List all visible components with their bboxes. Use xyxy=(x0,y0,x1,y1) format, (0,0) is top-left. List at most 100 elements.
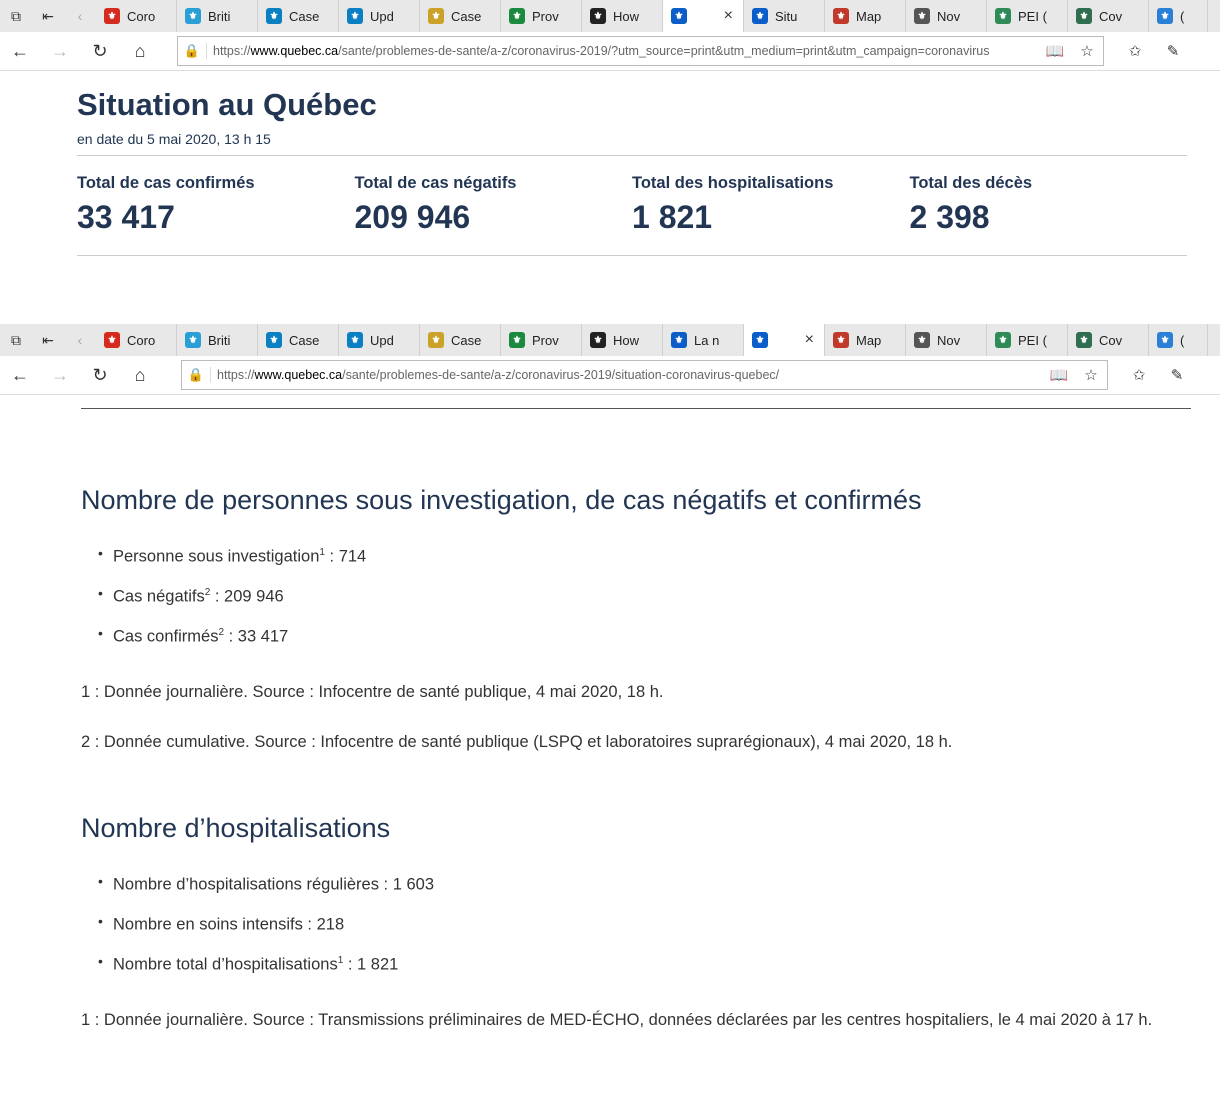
browser-tab[interactable]: ⚜ Map xyxy=(825,324,906,356)
browser-tab[interactable]: ⚜ Upd xyxy=(339,324,420,356)
browser-tab[interactable]: ⚜ La n xyxy=(663,324,744,356)
favorites-list-icon[interactable]: ✩ xyxy=(1120,366,1158,384)
scroll-tabs-left-icon[interactable]: ‹ xyxy=(64,0,96,32)
browser-tab[interactable]: ⚜ How xyxy=(582,324,663,356)
browser-tab[interactable]: ⚜( xyxy=(1149,324,1208,356)
set-aside-tabs-icon[interactable]: ⇤ xyxy=(32,324,64,356)
forward-icon[interactable]: → xyxy=(40,41,80,62)
stat-confirmed: Total de cas confirmés 33 417 xyxy=(77,174,355,255)
browser-tab[interactable]: ⚜ PEI ( xyxy=(987,324,1068,356)
fleur-de-lis-icon: ⚜ xyxy=(671,332,687,348)
address-row: ← → ↻ ⌂ 🔒 https://www.quebec.ca/sante/pr… xyxy=(0,32,1220,71)
tab-title: Case xyxy=(451,8,482,24)
url-text[interactable]: https://www.quebec.ca/sante/problemes-de… xyxy=(217,368,1043,382)
scroll-tabs-left-icon[interactable]: ‹ xyxy=(64,324,96,356)
url-host: www.quebec.ca xyxy=(254,368,343,382)
browser-tab[interactable]: ⚜ Briti xyxy=(177,324,258,356)
browser-window-bottom: ⧉ ⇤ ‹ ⚜ Coro ⚜ Briti ⚜ Case ⚜ Upd ⚜ Case ⚜ Prov ⚜ How… xyxy=(0,324,1220,395)
tab-title: PEI ( xyxy=(1018,8,1047,24)
browser-tab[interactable]: ⚜ Coro xyxy=(96,0,177,32)
scroll-tabs-right-icon[interactable]: › xyxy=(1208,324,1220,356)
investigation-heading: Nombre de personnes sous investigation, … xyxy=(81,485,922,515)
tab-title: Coro xyxy=(127,8,156,24)
pei-icon: ⚜ xyxy=(995,8,1011,24)
set-aside-tabs-icon[interactable]: ⇤ xyxy=(32,0,64,32)
url-path: /sante/problemes-de-sante/a-z/coronaviru… xyxy=(342,368,780,382)
url-path: /sante/problemes-de-sante/a-z/coronaviru… xyxy=(338,44,990,58)
address-bar[interactable]: 🔒 https://www.quebec.ca/sante/problemes-… xyxy=(181,360,1108,390)
stat-label: Total de cas négatifs xyxy=(354,174,517,192)
back-icon[interactable]: ← xyxy=(0,41,40,62)
browser-tab[interactable]: ⚜ Situ xyxy=(744,0,825,32)
browser-tab[interactable]: ⚜ Map xyxy=(825,0,906,32)
close-tab-icon[interactable]: × xyxy=(805,331,818,349)
tab-title: La n xyxy=(694,332,720,348)
reading-view-icon[interactable]: 📖 xyxy=(1043,366,1075,384)
tab-title: Case xyxy=(289,8,320,24)
browser-tab[interactable]: ⚜ Prov xyxy=(501,0,582,32)
stat-label: Total de cas confirmés xyxy=(77,174,255,192)
forward-icon[interactable]: → xyxy=(40,365,80,386)
browser-tab[interactable]: ⚜ Prov xyxy=(501,324,582,356)
favorite-star-icon[interactable]: ☆ xyxy=(1071,42,1103,60)
browser-tab[interactable]: ⚜ Briti xyxy=(177,0,258,32)
browser-tab[interactable]: ⚜ Case xyxy=(420,324,501,356)
browser-tab[interactable]: ⚜ Case xyxy=(258,0,339,32)
stat-negative: Total de cas négatifs 209 946 xyxy=(355,174,633,255)
globe-icon: ⚜ xyxy=(1076,332,1092,348)
browser-tab[interactable]: ⚜ Case xyxy=(420,0,501,32)
browser-tab[interactable]: ⚜ Cov xyxy=(1068,324,1149,356)
browser-tab[interactable]: ⚜ × xyxy=(744,324,825,356)
item-label: Nombre d’hospitalisations régulières xyxy=(113,875,379,894)
back-icon[interactable]: ← xyxy=(0,365,40,386)
favorites-list-icon[interactable]: ✩ xyxy=(1116,42,1154,60)
browser-tab[interactable]: ⚜( xyxy=(1149,0,1208,32)
divider xyxy=(77,255,1187,256)
browser-tab[interactable]: ⚜ Nov xyxy=(906,0,987,32)
tab-strip: ⚜ Coro ⚜ Briti ⚜ Case ⚜ Upd ⚜ Case ⚜ Prov ⚜ How ⚜ × ⚜ Sit… xyxy=(96,0,1208,32)
item-value: : 714 xyxy=(324,547,367,566)
item-value: : 1 821 xyxy=(343,955,399,974)
url-text[interactable]: https://www.quebec.ca/sante/problemes-de… xyxy=(213,44,1039,58)
reading-view-icon[interactable]: 📖 xyxy=(1039,42,1071,60)
item-label: Nombre en soins intensifs xyxy=(113,915,303,934)
browser-tab[interactable]: ⚜ Coro xyxy=(96,324,177,356)
maple-leaf-icon: ⚜ xyxy=(104,8,120,24)
home-icon[interactable]: ⌂ xyxy=(120,365,160,386)
tab-title: Situ xyxy=(775,8,798,24)
browser-tab[interactable]: ⚜ How xyxy=(582,0,663,32)
close-tab-icon[interactable]: × xyxy=(724,7,737,25)
tab-title: Case xyxy=(451,332,482,348)
footnote: 1 : Donnée journalière. Source : Infocen… xyxy=(81,683,664,701)
tab-manager-icon[interactable]: ⧉ xyxy=(0,324,32,356)
situation-title: Situation au Québec xyxy=(77,87,377,122)
tab-title: How xyxy=(613,332,640,348)
stat-value: 1 821 xyxy=(632,199,713,235)
scroll-tabs-right-icon[interactable]: › xyxy=(1208,0,1220,32)
browser-tab[interactable]: ⚜ Case xyxy=(258,324,339,356)
refresh-icon[interactable]: ↻ xyxy=(80,41,120,62)
tab-title: Briti xyxy=(208,332,231,348)
pen-icon[interactable]: ✎ xyxy=(1158,366,1196,384)
refresh-icon[interactable]: ↻ xyxy=(80,365,120,386)
browser-tab[interactable]: ⚜ PEI ( xyxy=(987,0,1068,32)
browser-tab[interactable]: ⚜ Nov xyxy=(906,324,987,356)
stat-value: 33 417 xyxy=(77,199,175,235)
tab-title: Nov xyxy=(937,332,961,348)
lock-icon[interactable]: 🔒 xyxy=(178,43,207,59)
browser-tab[interactable]: ⚜ Cov xyxy=(1068,0,1149,32)
browser-tab[interactable]: ⚜ × xyxy=(663,0,744,32)
favorite-star-icon[interactable]: ☆ xyxy=(1075,366,1107,384)
browser-tab[interactable]: ⚜ Upd xyxy=(339,0,420,32)
tab-title: Prov xyxy=(532,8,559,24)
tab-manager-icon[interactable]: ⧉ xyxy=(0,0,32,32)
ontario-icon: ⚜ xyxy=(509,8,525,24)
list-item: Personne sous investigation1 : 714 xyxy=(81,542,1191,582)
pen-icon[interactable]: ✎ xyxy=(1154,42,1192,60)
fleur-de-lis-icon: ⚜ xyxy=(752,8,768,24)
address-bar[interactable]: 🔒 https://www.quebec.ca/sante/problemes-… xyxy=(177,36,1104,66)
pei-icon: ⚜ xyxy=(995,332,1011,348)
lock-icon[interactable]: 🔒 xyxy=(182,367,211,383)
tab-title: Upd xyxy=(370,8,394,24)
home-icon[interactable]: ⌂ xyxy=(120,41,160,62)
